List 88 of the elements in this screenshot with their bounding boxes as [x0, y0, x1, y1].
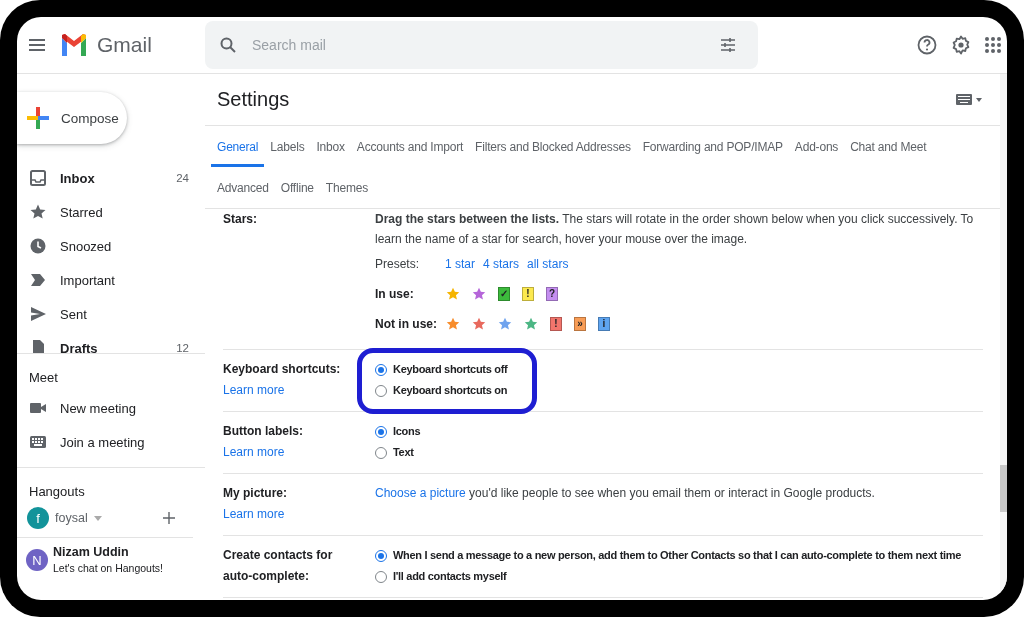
input-tools-button[interactable] [956, 94, 982, 105]
unread-count: 12 [176, 342, 189, 353]
option-label: Keyboard shortcuts on [393, 383, 508, 398]
settings-tab[interactable]: Filters and Blocked Addresses [469, 126, 637, 167]
unread-count: 24 [176, 172, 189, 184]
option-label: I'll add contacts myself [393, 569, 507, 584]
filter-sliders-icon[interactable] [720, 37, 736, 53]
section-title: Hangouts [28, 483, 86, 501]
user-name[interactable]: foysal [55, 511, 88, 525]
section-title: Meet [28, 369, 59, 387]
option-label: When I send a message to a new person, add them to Other Contacts so that I can auto-complete to them next time [393, 548, 962, 563]
help-icon[interactable] [917, 35, 937, 55]
star-icon[interactable] [472, 317, 486, 331]
option-label: Text [393, 445, 414, 460]
search-field[interactable]: Search mail [205, 21, 758, 69]
nav-item[interactable]: Important [17, 263, 205, 297]
star-icon[interactable] [446, 287, 460, 301]
learn-more-link[interactable]: Learn more [223, 380, 375, 401]
clock-icon [29, 237, 47, 255]
preset-link[interactable]: all stars [527, 254, 569, 274]
star-icon[interactable] [472, 287, 486, 301]
setting-description: Choose a picture you'd like people to see when you email them or interact in Google products. [375, 485, 876, 502]
star-icon[interactable] [498, 317, 512, 331]
nav-item[interactable]: Drafts 12 [17, 331, 205, 353]
nav-item[interactable]: Starred [17, 195, 205, 229]
symbol-icon[interactable]: i [598, 317, 610, 331]
avatar: f [27, 507, 49, 529]
setting-label: My picture: [223, 485, 288, 502]
settings-tab[interactable]: Advanced [211, 167, 275, 208]
stars-group-label: In use: [375, 286, 415, 303]
star-icon[interactable] [524, 317, 538, 331]
symbol-icon[interactable]: ! [522, 287, 534, 301]
nav-item[interactable]: Snoozed [17, 229, 205, 263]
settings-tab[interactable]: Forwarding and POP/IMAP [636, 126, 789, 167]
settings-tab[interactable]: Themes [319, 167, 374, 208]
plus-icon[interactable] [163, 512, 175, 524]
setting-label: Button labels: [223, 423, 304, 440]
stars-group-label: Not in use: [375, 316, 438, 333]
settings-tab[interactable]: Labels [264, 126, 311, 167]
setting-label: Stars: [223, 211, 258, 228]
symbol-icon[interactable]: ? [546, 287, 558, 301]
meet-item[interactable]: New meeting [17, 391, 205, 425]
settings-tab[interactable]: Inbox [310, 126, 351, 167]
search-icon [220, 37, 236, 53]
settings-tab[interactable]: Chat and Meet [844, 126, 933, 167]
option-label: Icons [393, 424, 421, 439]
caret-icon[interactable] [93, 515, 102, 521]
plus-icon [27, 107, 49, 129]
settings-icon[interactable] [951, 35, 971, 55]
caret-icon [976, 97, 982, 102]
scrollbar-thumb[interactable] [1000, 465, 1007, 512]
setting-label: Keyboard shortcuts: [223, 361, 342, 378]
envelope-logo-icon[interactable] [60, 34, 88, 56]
preset-link[interactable]: 4 stars [483, 254, 520, 274]
apps-grid-icon[interactable] [985, 37, 1001, 53]
app-name: Gmail [97, 33, 152, 57]
option-label: Keyboard shortcuts off [393, 362, 508, 377]
send-icon [29, 305, 47, 323]
keyboard-icon [956, 94, 972, 105]
search-input[interactable]: Search mail [250, 36, 706, 54]
stars-description: Drag the stars between the lists. The stars will rotate in the order shown below when you click successively. To learn the name of a star for search, hover your mouse over the image. [375, 211, 975, 248]
settings-tab[interactable]: Add-ons [788, 126, 845, 167]
settings-tab[interactable]: General [211, 126, 265, 167]
page-title: Settings [217, 88, 290, 111]
nav-item[interactable]: Inbox 24 [17, 161, 205, 195]
compose-button[interactable]: Compose [17, 92, 127, 144]
learn-more-link[interactable]: Learn more [223, 504, 375, 525]
contact-name[interactable]: Nizam Uddin [53, 544, 163, 560]
nav-item[interactable]: Sent [17, 297, 205, 331]
keyboard-icon [29, 433, 47, 451]
symbol-icon[interactable]: ! [550, 317, 562, 331]
star-icon [29, 203, 47, 221]
contact-message: Let's chat on Hangouts! [53, 561, 163, 576]
choose-picture-link[interactable]: Choose a picture [375, 486, 466, 500]
learn-more-link[interactable]: Learn more [223, 442, 375, 463]
setting-label: Create contacts for auto-complete: [223, 547, 334, 585]
important-tag-icon [29, 271, 47, 289]
inbox-tray-icon [29, 169, 47, 187]
symbol-icon[interactable]: ✓ [498, 287, 510, 301]
preset-link[interactable]: 1 star [445, 254, 475, 274]
meet-item[interactable]: Join a meeting [17, 425, 205, 459]
star-icon[interactable] [446, 317, 460, 331]
menu-icon[interactable] [29, 39, 45, 51]
symbol-icon[interactable]: » [574, 317, 586, 331]
settings-tab[interactable]: Offline [274, 167, 320, 208]
settings-tab[interactable]: Accounts and Import [350, 126, 470, 167]
presets-label: Presets: [375, 256, 420, 273]
avatar: N [26, 549, 48, 571]
